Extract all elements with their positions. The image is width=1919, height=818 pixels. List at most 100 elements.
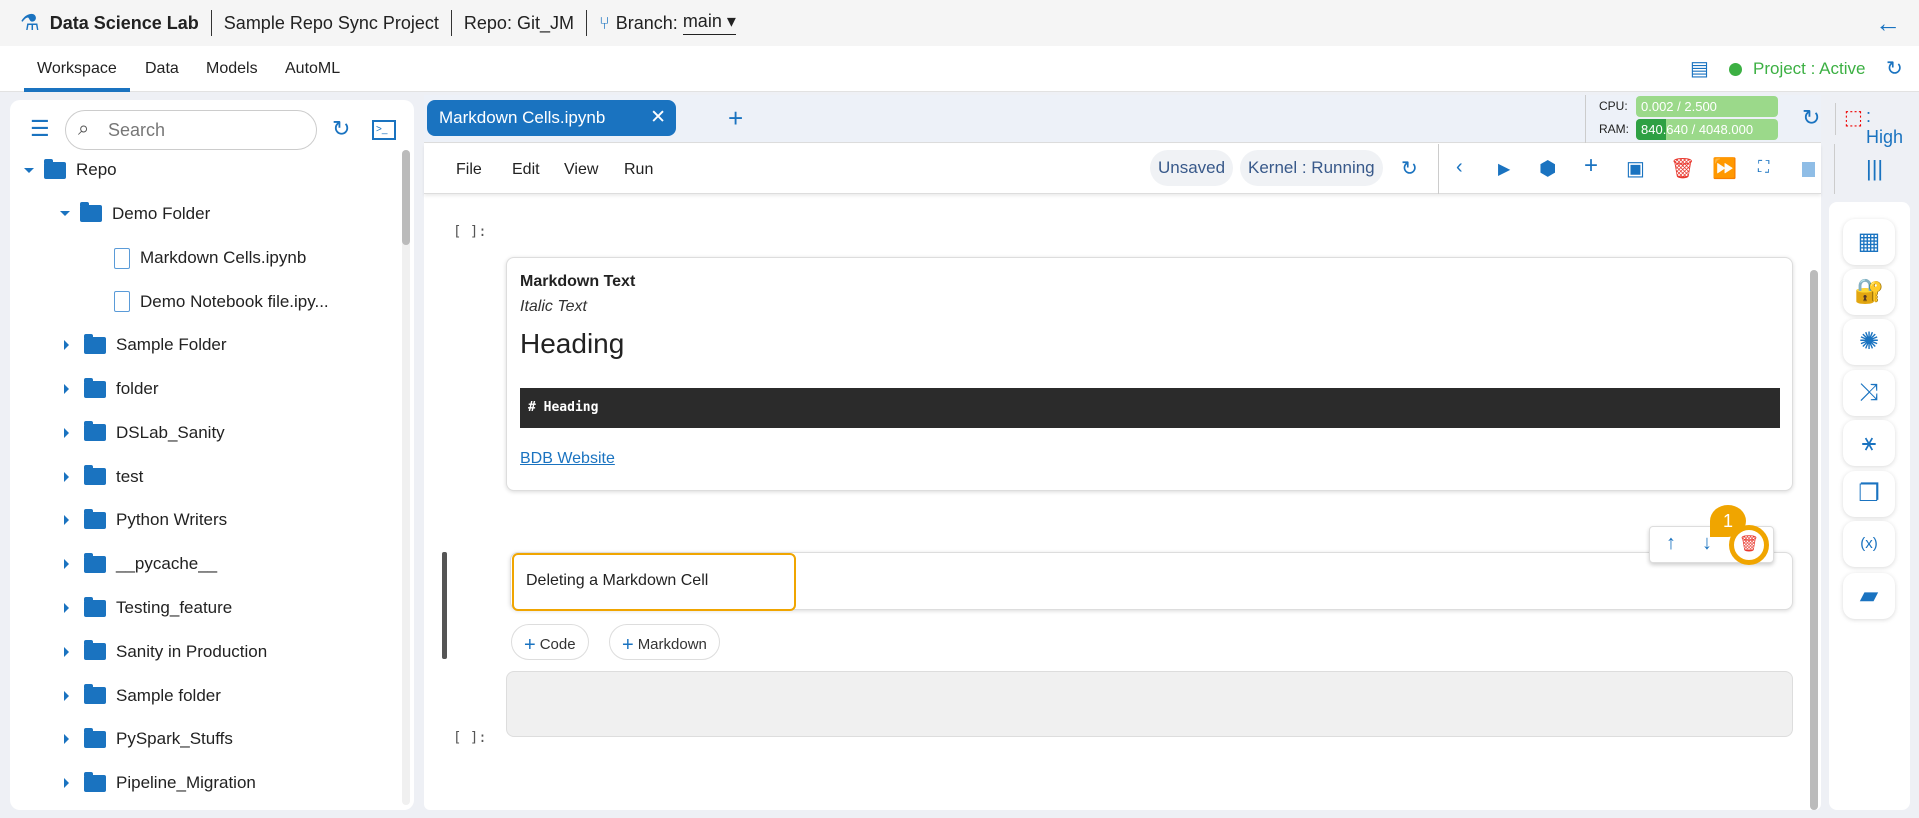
caret-right-icon[interactable]: [64, 603, 74, 613]
documents-icon[interactable]: ❐: [1843, 471, 1895, 517]
file-icon: [114, 247, 130, 269]
branch-icon: ⑂: [598, 12, 610, 33]
interrupt-icon[interactable]: ⬢: [1539, 156, 1556, 181]
md-code-block: # Heading: [520, 388, 1780, 428]
cell-prompt: [ ]:: [453, 730, 487, 746]
tab-models[interactable]: Models: [206, 60, 258, 78]
close-icon[interactable]: ✕: [650, 106, 666, 129]
terminal-icon[interactable]: >_: [372, 120, 396, 140]
tab-automl[interactable]: AutoML: [285, 60, 340, 78]
markdown-cell-rendered[interactable]: Markdown Text Italic Text Heading # Head…: [506, 257, 1793, 491]
add-tab-icon[interactable]: +: [728, 103, 743, 134]
add-code-cell-button[interactable]: + Code: [511, 624, 589, 660]
tree-item[interactable]: Repo: [24, 158, 117, 180]
caret-right-icon[interactable]: [64, 515, 74, 526]
caret-right-icon[interactable]: [64, 778, 74, 789]
run-icon[interactable]: ▶: [1498, 159, 1510, 179]
tree-item-label: folder: [116, 379, 159, 398]
menu-file[interactable]: File: [456, 161, 482, 179]
tree-item-label: DSLab_Sanity: [116, 422, 225, 442]
tree-item[interactable]: folder: [60, 377, 159, 399]
caret-right-icon[interactable]: [64, 646, 74, 657]
restart-kernel-icon[interactable]: ↻: [1401, 156, 1418, 181]
caret-right-icon[interactable]: [64, 559, 74, 570]
tree-item-label: Testing_feature: [116, 598, 233, 617]
tree-item[interactable]: Testing_feature: [60, 596, 233, 618]
tree-item[interactable]: Pipeline_Migration: [60, 771, 256, 793]
md-italic-text: Italic Text: [520, 298, 587, 315]
md-link[interactable]: BDB Website: [520, 450, 615, 468]
data-table-icon[interactable]: ▦: [1843, 219, 1895, 265]
tree-item[interactable]: Sample folder: [60, 684, 221, 706]
fullscreen-icon[interactable]: ⛶: [1758, 159, 1769, 177]
notebook-scrollbar[interactable]: [1810, 270, 1818, 810]
tab-workspace[interactable]: Workspace: [37, 60, 117, 78]
add-cell-icon[interactable]: +: [1584, 152, 1598, 180]
cell-text: Deleting a Markdown Cell: [526, 572, 709, 589]
caret-right-icon[interactable]: [64, 340, 74, 351]
menu-icon[interactable]: ☰: [30, 116, 50, 142]
tree-item[interactable]: Sanity in Production: [60, 640, 267, 662]
tree-item-label: Pipeline_Migration: [116, 773, 256, 793]
collapse-left-icon[interactable]: ‹: [1456, 156, 1463, 179]
folder-icon: [84, 727, 106, 748]
tree-item[interactable]: __pycache__: [60, 552, 218, 574]
caret-down-icon[interactable]: [60, 211, 70, 221]
menu-edit[interactable]: Edit: [512, 161, 540, 179]
right-toolbar: ▦ 🔐 ✺ ⤨ ⚹ ❐ (x) ▰: [1829, 202, 1910, 810]
active-tab-indicator: [24, 88, 130, 92]
tree-item[interactable]: Python Writers: [60, 508, 228, 530]
algorithm-brain-icon[interactable]: ✺: [1843, 319, 1895, 365]
caret-right-icon[interactable]: [64, 690, 74, 701]
tree-item-label: Python Writers: [116, 510, 228, 530]
move-up-icon[interactable]: ↑: [1666, 532, 1676, 555]
save-icon[interactable]: ▣: [1626, 156, 1645, 181]
cell-prompt: [ ]:: [453, 224, 487, 240]
variables-icon[interactable]: (x): [1843, 521, 1895, 567]
delete-icon[interactable]: 🗑: [1670, 156, 1695, 181]
search-input[interactable]: ⌕ Search: [65, 110, 317, 150]
refresh-icon[interactable]: ↻: [332, 116, 350, 142]
caret-right-icon[interactable]: [64, 734, 74, 745]
tree-item[interactable]: DSLab_Sanity: [60, 421, 225, 443]
panel-toggle-icon[interactable]: |||: [1866, 156, 1883, 182]
tree-item[interactable]: Demo Folder: [60, 202, 210, 224]
tree-item-label: test: [116, 466, 144, 486]
menu-view[interactable]: View: [564, 161, 598, 179]
markdown-cell-editor[interactable]: Deleting a Markdown Cell: [510, 552, 1793, 611]
tree-item-label: Repo: [76, 160, 117, 179]
file-folder-icon[interactable]: ▰: [1843, 573, 1895, 619]
refresh-icon[interactable]: ↻: [1802, 105, 1820, 131]
menu-run[interactable]: Run: [624, 161, 653, 179]
refresh-icon[interactable]: ↻: [1886, 56, 1903, 81]
add-markdown-cell-button[interactable]: + Markdown: [609, 624, 720, 660]
notebook-tab[interactable]: Markdown Cells.ipynb ✕: [427, 100, 676, 136]
folder-open-icon: [80, 202, 102, 223]
branch-select[interactable]: main ▾: [682, 11, 736, 35]
tree-item[interactable]: test: [60, 465, 144, 487]
network-graph-icon[interactable]: ⚹: [1843, 420, 1895, 466]
tree-item[interactable]: Demo Notebook file.ipy...: [80, 291, 329, 313]
transform-shuffle-icon[interactable]: ⤨: [1843, 370, 1895, 416]
cpu-label: CPU:: [1599, 99, 1628, 113]
cell-text-input[interactable]: Deleting a Markdown Cell: [512, 553, 796, 611]
empty-code-cell[interactable]: [506, 671, 1793, 737]
caret-down-icon[interactable]: [24, 167, 34, 178]
run-all-icon[interactable]: ⏩: [1712, 156, 1737, 181]
priority-level: : High: [1866, 106, 1904, 147]
kernel-status-badge: Kernel : Running: [1240, 150, 1383, 186]
tree-item[interactable]: Markdown Cells.ipynb: [80, 247, 306, 269]
tab-data[interactable]: Data: [145, 60, 179, 78]
tree-item-label: __pycache__: [116, 554, 218, 574]
scrollbar[interactable]: [402, 150, 410, 805]
back-arrow-icon[interactable]: ←: [1875, 8, 1901, 39]
tree-item[interactable]: PySpark_Stuffs: [60, 727, 233, 749]
cpu-value: 0.002 / 2.500: [1641, 99, 1717, 114]
caret-right-icon[interactable]: [64, 384, 74, 394]
secrets-key-icon[interactable]: 🔐: [1843, 269, 1895, 315]
notebook-list-icon[interactable]: ▤: [1690, 56, 1709, 81]
stop-icon[interactable]: [1802, 162, 1815, 177]
tree-item[interactable]: Sample Folder: [60, 333, 227, 355]
caret-right-icon[interactable]: [64, 427, 74, 438]
caret-right-icon[interactable]: [64, 471, 74, 482]
